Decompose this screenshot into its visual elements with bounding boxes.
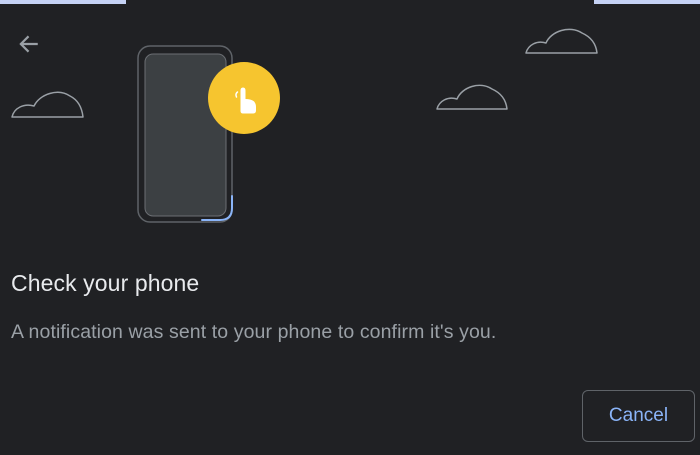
cloud-icon [525,28,598,54]
notification-message: A notification was sent to your phone to… [11,321,497,343]
cloud-icon [436,84,508,110]
page-title: Check your phone [11,270,200,296]
cloud-icon [11,91,84,118]
cancel-button[interactable]: Cancel [582,390,695,442]
phone-illustration [11,28,598,223]
hand-pointer-icon [208,62,280,134]
phone-icon [137,45,233,223]
